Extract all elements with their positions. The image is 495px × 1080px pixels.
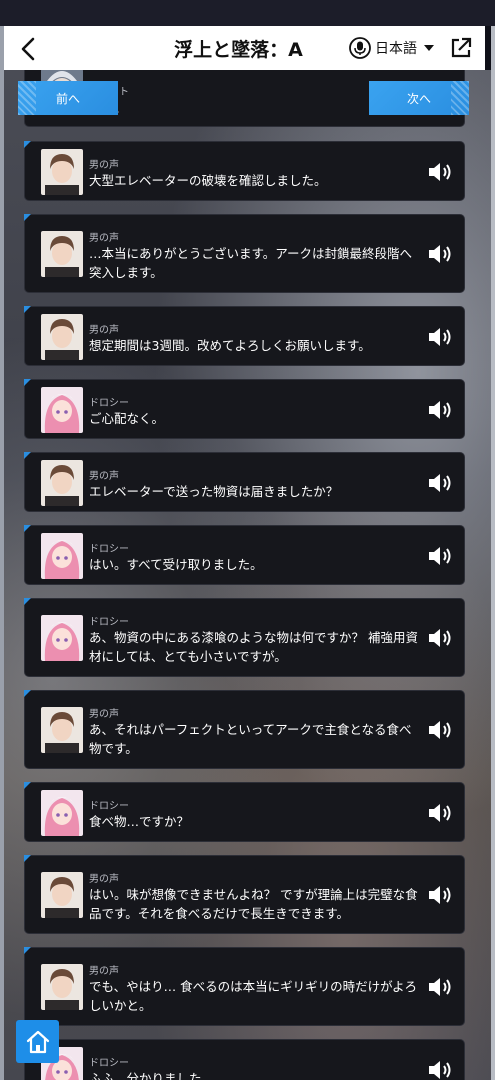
dialogue-text: はい。味が想像できませんよね？ ですが理論上は完璧な食品です。それを食べるだけで…	[89, 887, 418, 921]
speaker-name: 男の声	[89, 966, 119, 977]
dialogue-card: 男の声 エレベーターで送った物資は届きましたか？	[24, 452, 465, 512]
speaker-icon[interactable]	[427, 161, 453, 183]
dialogue-card: ドロシー あ、物資の中にある漆喰のような物は何ですか？ 補強用資材にしては、とて…	[24, 598, 465, 677]
dialogue-list[interactable]: ホワイト った。 男の声 大型エレベーターの破壊を確認しました。 男の声 …本当…	[24, 70, 465, 1080]
man-portrait	[41, 231, 83, 277]
card-corner-accent	[24, 141, 31, 148]
man-portrait	[41, 872, 83, 918]
man-portrait	[41, 149, 83, 195]
speaker-name: 男の声	[89, 233, 119, 244]
dialogue-text: でも、やはり… 食べるのは本当にギリギリの時だけがよろしいかと。	[89, 979, 417, 1013]
speaker-name: ドロシー	[89, 617, 129, 628]
speaker-name: 男の声	[89, 325, 119, 336]
speaker-name: 男の声	[89, 471, 119, 482]
home-icon	[26, 1030, 49, 1053]
dorothy-portrait	[41, 790, 83, 836]
card-corner-accent	[24, 452, 31, 459]
dialogue-card: 男の声 はい。味が想像できませんよね？ ですが理論上は完璧な食品です。それを食べ…	[24, 855, 465, 934]
speaker-icon[interactable]	[427, 545, 453, 567]
card-corner-accent	[24, 525, 31, 532]
card-corner-accent	[24, 782, 31, 789]
speaker-icon[interactable]	[427, 719, 453, 741]
speaker-icon[interactable]	[427, 627, 453, 649]
side-border-right	[491, 26, 495, 1080]
dialogue-card: ドロシー 食べ物…ですか？	[24, 782, 465, 842]
dialogue-card: 男の声 でも、やはり… 食べるのは本当にギリギリの時だけがよろしいかと。	[24, 947, 465, 1026]
dialogue-text: エレベーターで送った物資は届きましたか？	[89, 484, 339, 499]
card-corner-accent	[24, 306, 31, 313]
card-corner-accent	[24, 379, 31, 386]
speaker-icon[interactable]	[427, 472, 453, 494]
button-stripes	[18, 81, 36, 115]
dialogue-text: あ、物資の中にある漆喰のような物は何ですか？ 補強用資材にしては、とても小さいで…	[89, 630, 418, 664]
prev-button[interactable]: 前へ	[18, 81, 118, 115]
card-corner-accent	[24, 598, 31, 605]
speaker-icon[interactable]	[427, 884, 453, 906]
speaker-name: ドロシー	[89, 398, 129, 409]
speaker-icon[interactable]	[427, 802, 453, 824]
speaker-name: ドロシー	[89, 544, 129, 555]
speaker-name: 男の声	[89, 874, 119, 885]
card-corner-accent	[24, 947, 31, 954]
dialogue-text: 大型エレベーターの破壊を確認しました。	[89, 173, 327, 188]
back-arrow-icon[interactable]	[16, 36, 42, 62]
dialogue-card: ドロシー ふふ、分かりました。	[24, 1039, 465, 1080]
dorothy-portrait	[41, 387, 83, 433]
dialogue-card: 男の声 大型エレベーターの破壊を確認しました。	[24, 141, 465, 201]
card-corner-accent	[24, 214, 31, 221]
dialogue-card: 男の声 …本当にありがとうございます。アークは封鎖最終段階へ突入します。	[24, 214, 465, 293]
man-portrait	[41, 707, 83, 753]
dorothy-portrait	[41, 615, 83, 661]
dorothy-portrait	[41, 533, 83, 579]
dialogue-text: はい。すべて受け取りました。	[89, 557, 263, 572]
top-strip	[0, 0, 495, 26]
prev-button-label: 前へ	[55, 91, 80, 106]
dialogue-text: 想定期間は3週間。改めてよろしくお願いします。	[89, 338, 371, 353]
man-portrait	[41, 314, 83, 360]
man-portrait	[41, 964, 83, 1010]
speaker-name: 男の声	[89, 709, 119, 720]
card-corner-accent	[24, 690, 31, 697]
dialogue-text: あ、それはパーフェクトといってアークで主食となる食べ物です。	[89, 722, 412, 756]
chevron-down-icon	[424, 45, 434, 51]
card-corner-accent	[24, 855, 31, 862]
speaker-icon[interactable]	[427, 1059, 453, 1080]
dialogue-card: 男の声 想定期間は3週間。改めてよろしくお願いします。	[24, 306, 465, 366]
dialogue-card: ドロシー ご心配なく。	[24, 379, 465, 439]
side-border-left	[0, 26, 4, 1080]
speaker-name: 男の声	[89, 160, 119, 171]
home-button[interactable]	[16, 1020, 59, 1063]
next-button-label: 次へ	[406, 91, 431, 106]
header-bar: 浮上と墜落：A 日本語	[4, 26, 485, 70]
man-portrait	[41, 460, 83, 506]
button-stripes	[451, 81, 469, 115]
next-button[interactable]: 次へ	[369, 81, 469, 115]
dialogue-card: 男の声 あ、それはパーフェクトといってアークで主食となる食べ物です。	[24, 690, 465, 769]
dialogue-card: ドロシー はい。すべて受け取りました。	[24, 525, 465, 585]
dialogue-text: …本当にありがとうございます。アークは封鎖最終段階へ突入します。	[89, 246, 413, 280]
speaker-icon[interactable]	[427, 243, 453, 265]
dialogue-text: ご心配なく。	[89, 411, 165, 426]
language-selector[interactable]: 日本語	[349, 36, 434, 60]
speaker-icon[interactable]	[427, 399, 453, 421]
speaker-name: ドロシー	[89, 801, 129, 812]
language-label: 日本語	[375, 41, 417, 57]
microphone-icon	[349, 37, 371, 59]
external-link-icon[interactable]	[450, 37, 472, 59]
dialogue-text: 食べ物…ですか？	[89, 814, 190, 829]
speaker-icon[interactable]	[427, 976, 453, 998]
speaker-name: ドロシー	[89, 1058, 129, 1069]
dialogue-text: ふふ、分かりました。	[89, 1071, 215, 1080]
speaker-icon[interactable]	[427, 326, 453, 348]
